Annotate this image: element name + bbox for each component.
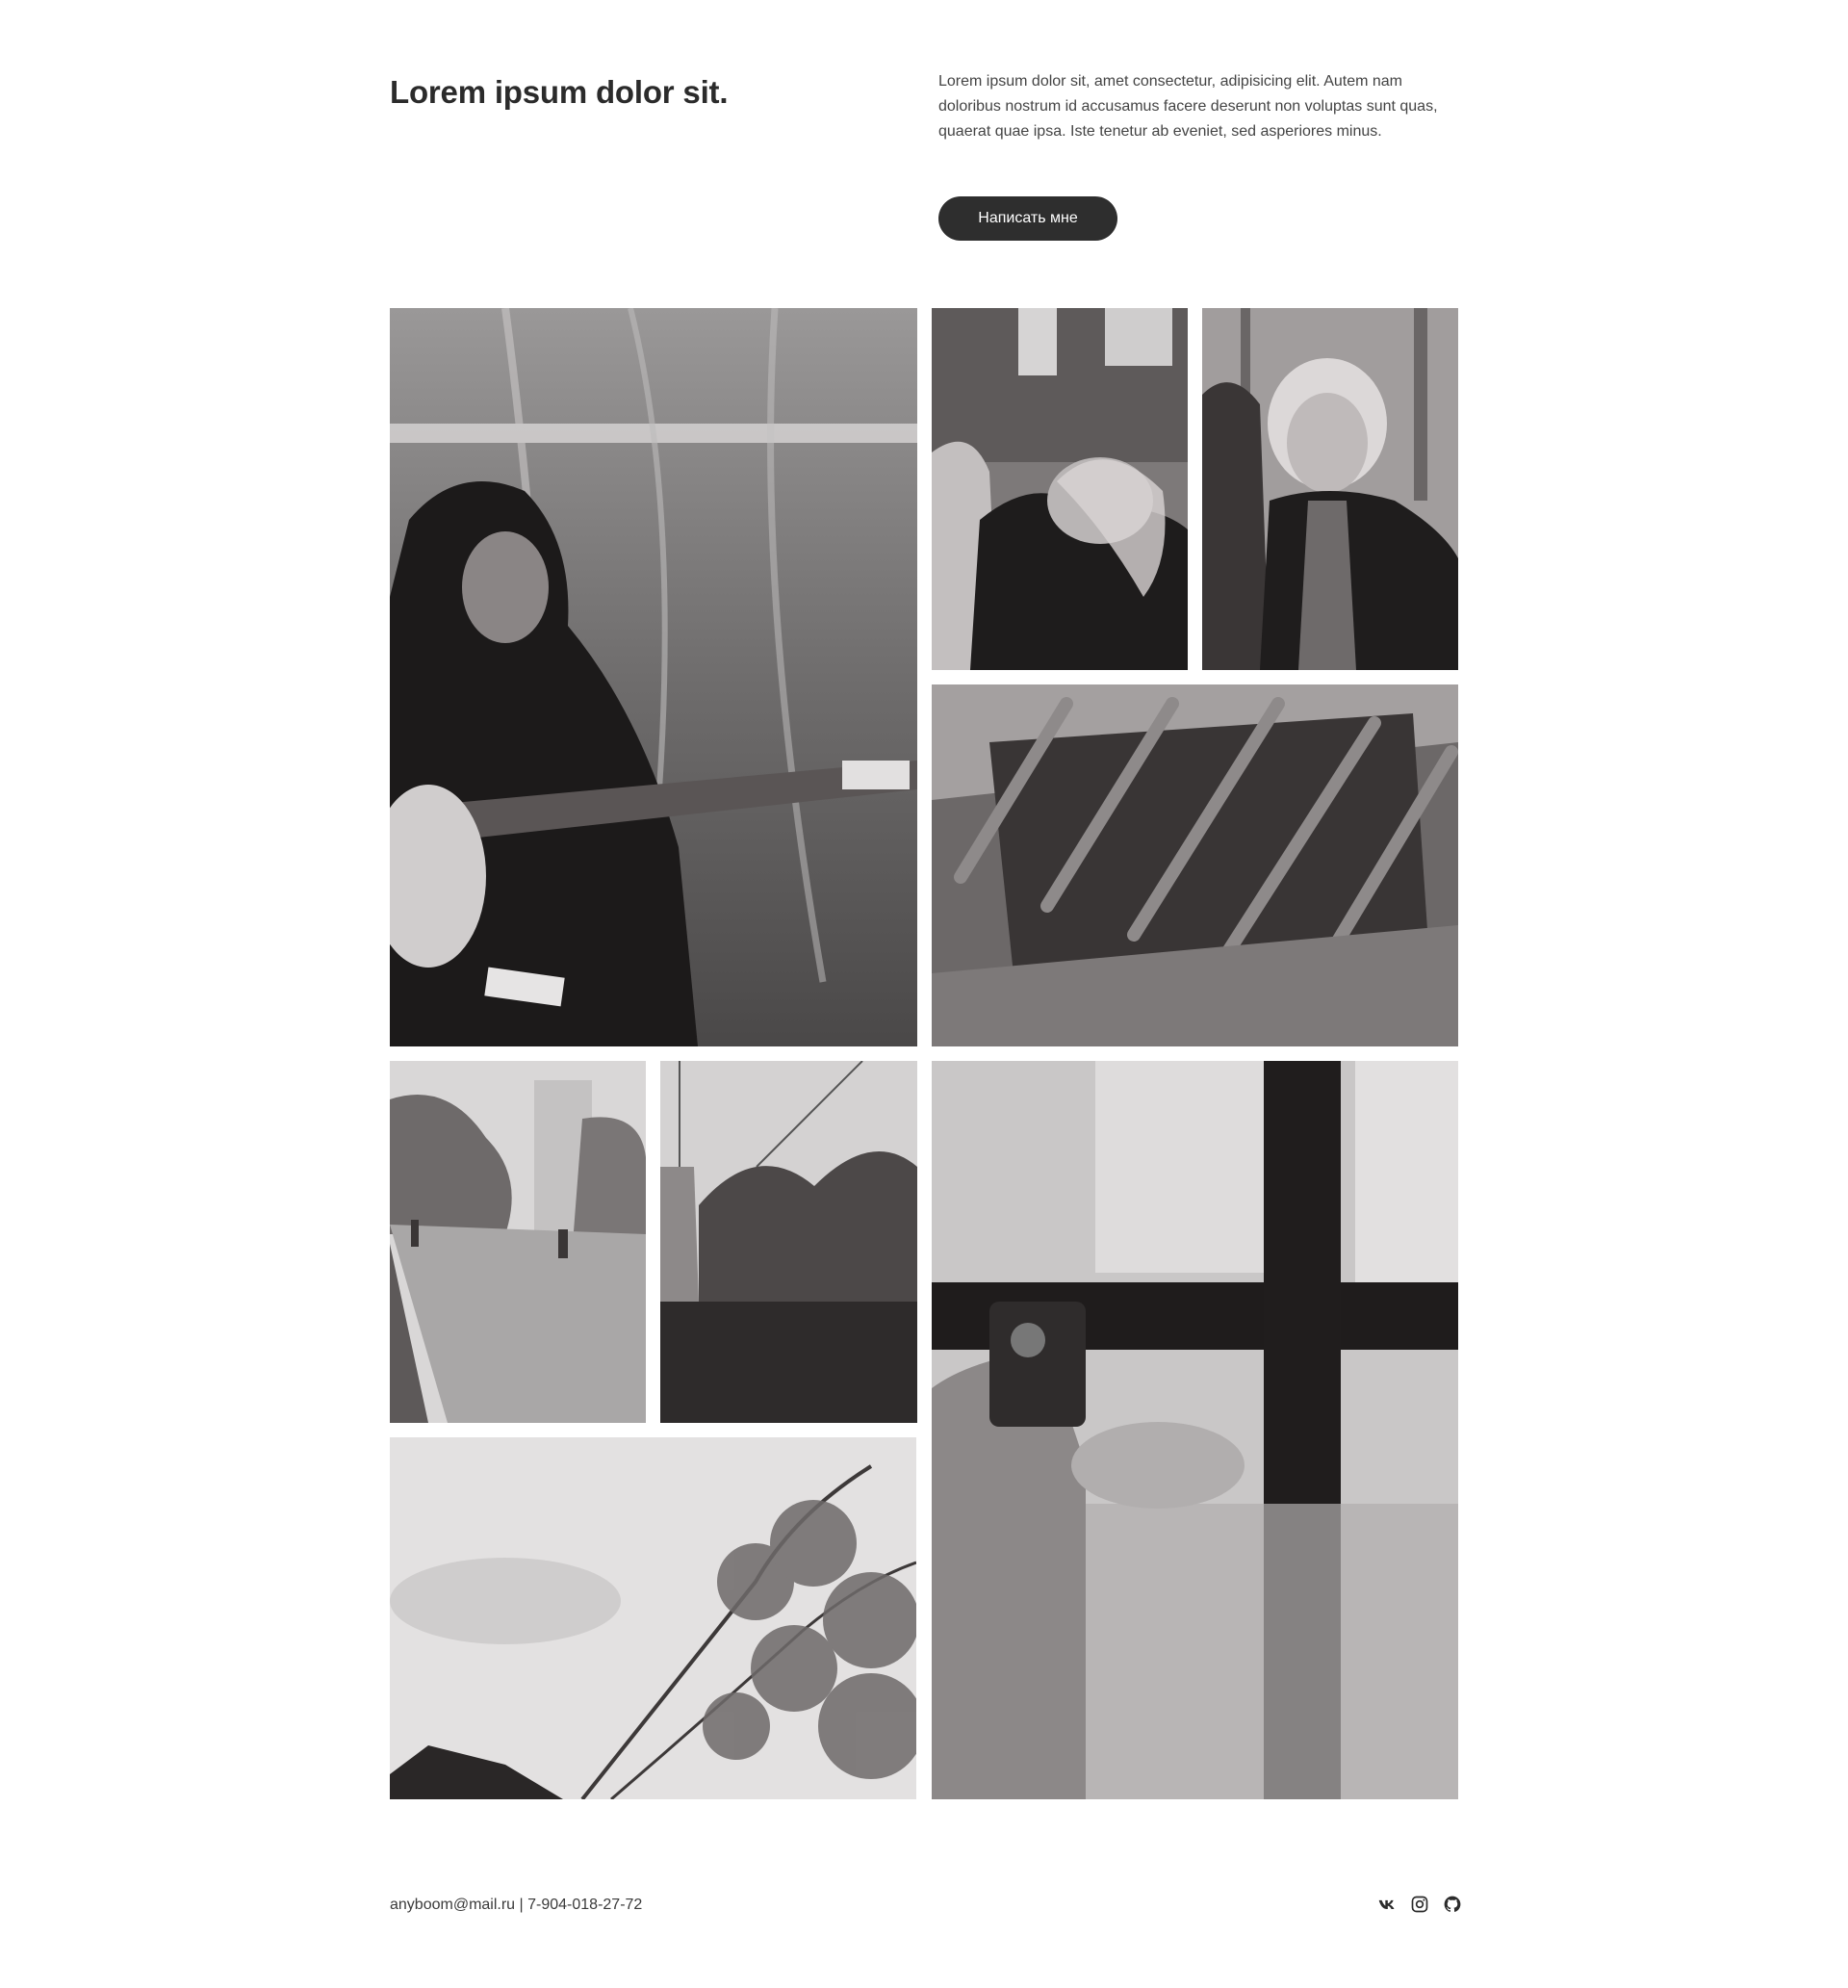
gallery-photo[interactable] [1202,308,1458,670]
vk-icon[interactable] [1376,1894,1398,1915]
gallery-photo[interactable] [660,1061,917,1423]
gallery-photo[interactable] [390,1437,916,1799]
social-links [1376,1894,1463,1915]
github-icon[interactable] [1442,1894,1463,1915]
page-title: Lorem ipsum dolor sit. [390,74,729,110]
instagram-icon[interactable] [1409,1894,1430,1915]
gallery-photo[interactable] [932,684,1458,1046]
gallery-photo[interactable] [932,308,1188,670]
page-header: Lorem ipsum dolor sit. Lorem ipsum dolor… [390,0,1458,250]
contact-info: anyboom@mail.ru | 7-904-018-27-72 [390,1897,643,1913]
gallery-photo[interactable] [390,308,917,1046]
gallery-photo[interactable] [932,1061,1458,1799]
intro-text: Lorem ipsum dolor sit, amet consectetur,… [938,73,1438,140]
contact-me-button[interactable]: Написать мне [938,196,1117,241]
gallery-photo[interactable] [390,1061,646,1423]
